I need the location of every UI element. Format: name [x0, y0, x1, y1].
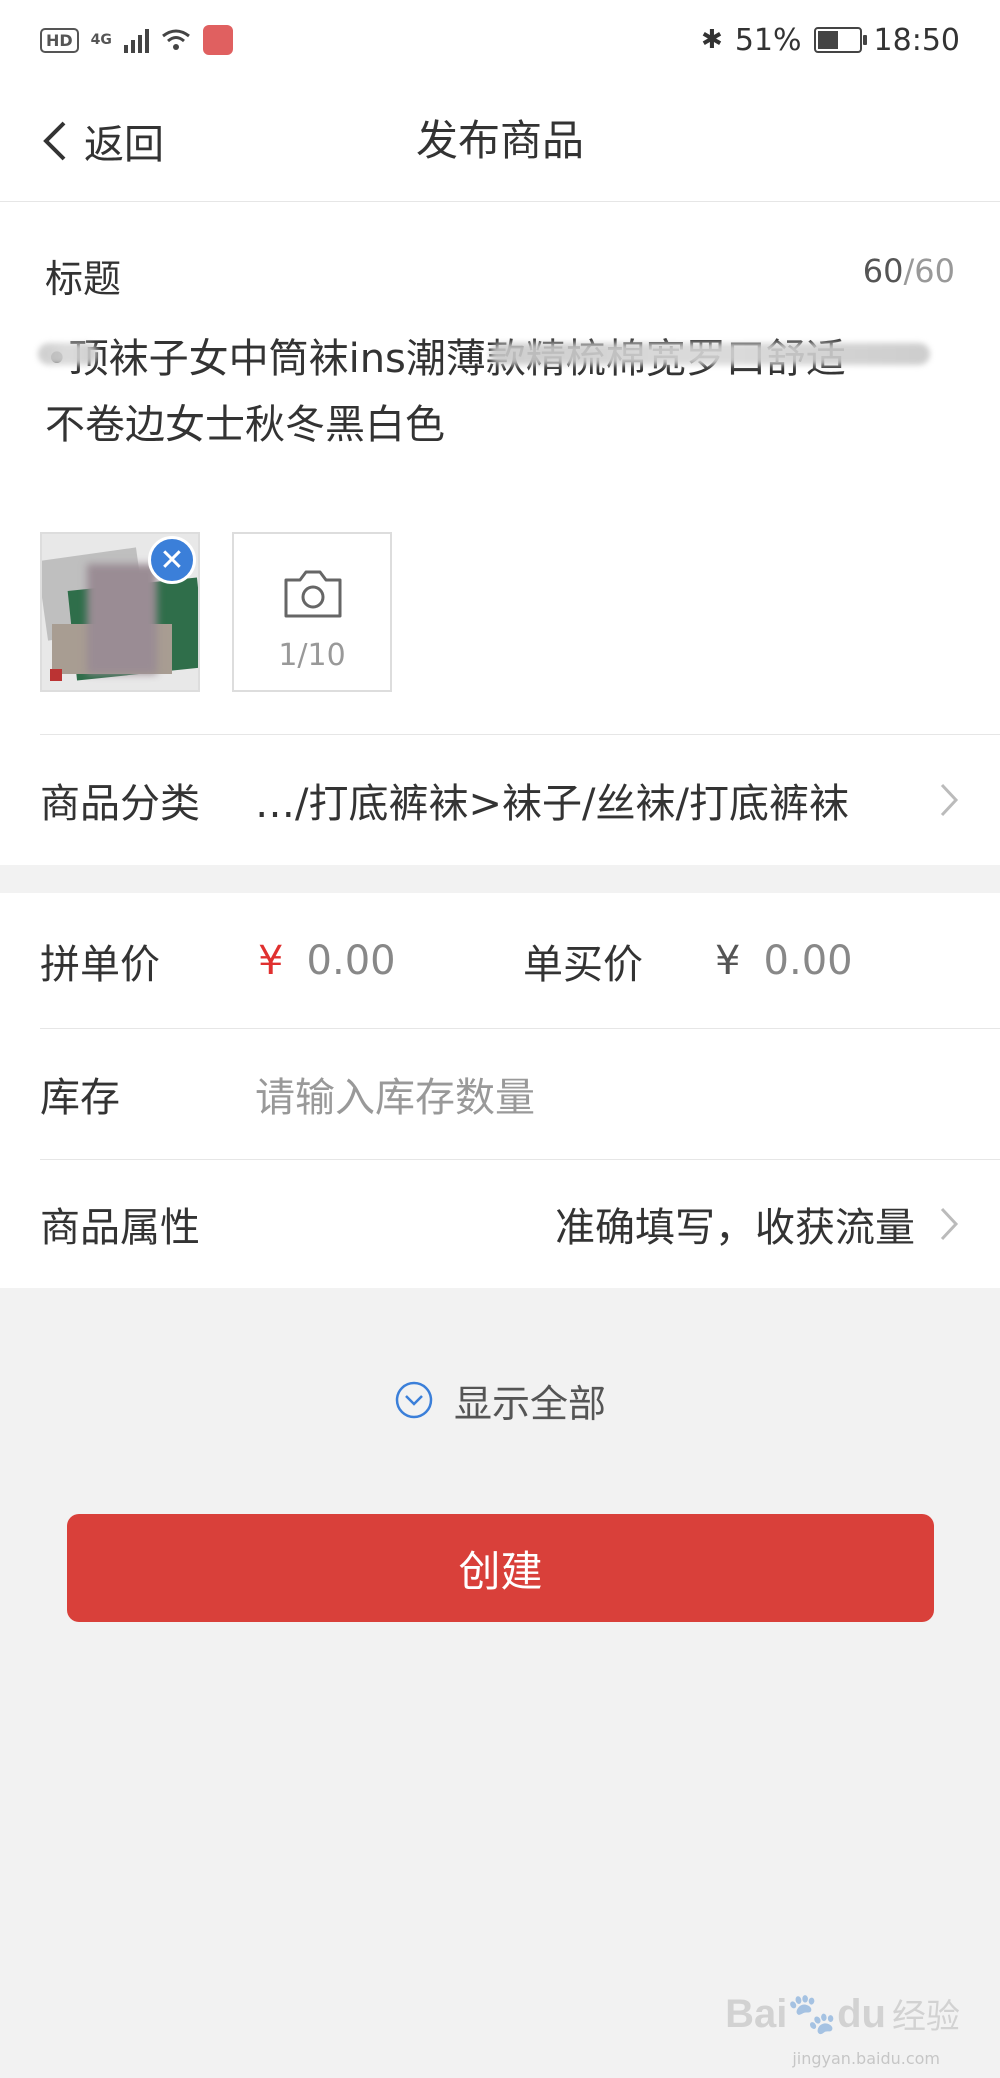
nav-bar: 返回 发布商品 [0, 80, 1000, 202]
hd-badge: HD [40, 27, 79, 53]
group-price-input[interactable]: ¥ 0.00 [258, 938, 396, 984]
battery-fill [817, 31, 838, 49]
bluetooth-icon: ✱ [701, 25, 723, 55]
status-bar: HD 4G ✱ 51% 18:50 [0, 0, 1000, 80]
network-type: 4G [90, 32, 112, 48]
category-row[interactable]: 商品分类 …/打底裤袜>袜子/丝袜/打底裤袜 [0, 735, 1000, 865]
category-value: …/打底裤袜>袜子/丝袜/打底裤袜 [255, 781, 849, 827]
status-left: HD 4G [40, 25, 233, 55]
chevron-right-icon [940, 783, 959, 817]
attributes-row[interactable]: 商品属性 准确填写，收获流量 [0, 1160, 1000, 1288]
watermark-logo-text-2: du [837, 1992, 886, 2036]
camera-icon [284, 570, 342, 618]
group-price-currency: ¥ [258, 937, 284, 984]
single-price-input[interactable]: ¥ 0.00 [715, 938, 853, 984]
watermark-url: jingyan.baidu.com [792, 2049, 940, 2068]
watermark-logo: Bai🐾du [725, 1990, 886, 2037]
stock-row: 库存 请输入库存数量 [0, 1029, 1000, 1159]
title-count-max: /60 [903, 252, 956, 290]
photo-count: 1/10 [278, 638, 346, 673]
chevron-right-icon [940, 1207, 959, 1241]
title-count-current: 60 [862, 252, 904, 290]
signal-icon [123, 27, 149, 53]
title-label: 标题 [45, 257, 122, 301]
single-price-value: 0.00 [763, 937, 853, 984]
baidu-watermark: Bai🐾du 经验 [725, 1989, 960, 2038]
watermark-text: 经验 [892, 1997, 960, 2037]
chevron-left-icon [43, 121, 66, 161]
close-icon: ✕ [159, 542, 185, 578]
single-price-currency: ¥ [715, 937, 741, 984]
single-price-label: 单买价 [523, 941, 643, 988]
title-text-line-2: 不卷边女士秋冬黑白色 [45, 402, 445, 448]
back-label: 返回 [84, 122, 164, 168]
wifi-icon [161, 29, 190, 50]
show-all-label: 显示全部 [453, 1381, 606, 1426]
category-label: 商品分类 [40, 781, 200, 827]
redaction-blur [38, 343, 98, 365]
add-photo-button[interactable]: 1/10 [232, 532, 392, 692]
attributes-hint: 准确填写，收获流量 [555, 1205, 915, 1251]
create-button[interactable]: 创建 [67, 1514, 934, 1622]
remove-photo-button[interactable]: ✕ [148, 536, 196, 584]
status-right: ✱ 51% 18:50 [701, 23, 960, 58]
battery-icon [813, 27, 867, 53]
redaction-blur [490, 343, 930, 365]
group-price-label: 拼单价 [40, 941, 160, 988]
watermark-logo-text: Bai [725, 1992, 788, 2036]
group-price-value: 0.00 [306, 937, 396, 984]
stock-label: 库存 [40, 1075, 120, 1121]
price-row: 拼单价 ¥ 0.00 单买价 ¥ 0.00 [0, 893, 1000, 1028]
paw-icon: 🐾 [787, 1992, 838, 2036]
chevron-down-circle-icon [395, 1381, 433, 1419]
section-gap [0, 865, 1000, 893]
battery-percent: 51% [734, 22, 802, 58]
photo-shape [50, 669, 62, 681]
title-char-count: 60/60 [863, 252, 955, 290]
photo-shape [87, 564, 157, 674]
stock-input[interactable]: 请输入库存数量 [255, 1065, 535, 1123]
clock: 18:50 [873, 22, 960, 58]
app-notification-icon [202, 25, 233, 55]
show-all-toggle[interactable]: 显示全部 [0, 1370, 1000, 1430]
back-button[interactable]: 返回 [40, 80, 164, 202]
attributes-label: 商品属性 [40, 1205, 200, 1251]
